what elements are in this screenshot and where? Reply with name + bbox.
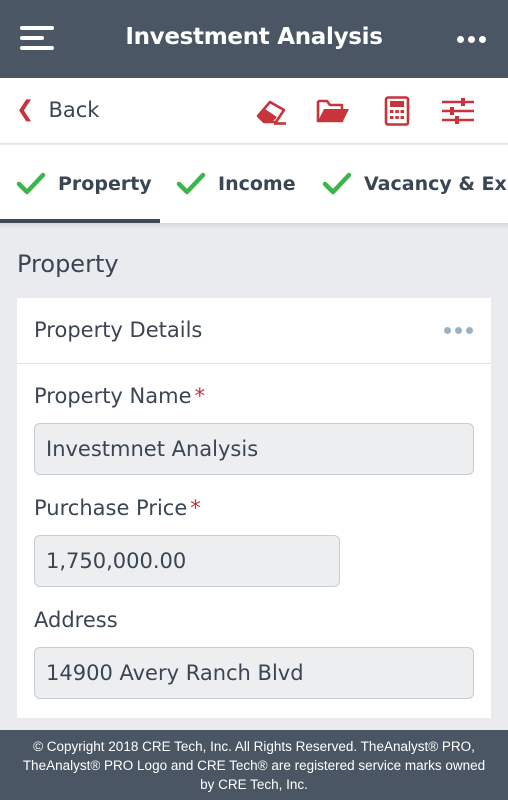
card-more-options-icon[interactable] <box>444 327 473 334</box>
field-label-text: Property Name <box>34 384 192 408</box>
tab-label: Vacancy & Expe <box>364 173 508 195</box>
purchase-price-input[interactable] <box>34 535 340 587</box>
card-header: Property Details <box>17 298 491 364</box>
required-marker: * <box>194 384 206 408</box>
card-title: Property Details <box>34 318 203 342</box>
copyright-footer: © Copyright 2018 CRE Tech, Inc. All Righ… <box>0 730 508 800</box>
tab-property[interactable]: Property <box>16 145 152 223</box>
field-label-text: Address <box>34 608 118 632</box>
address-label: Address <box>34 608 118 632</box>
footer-line: TheAnalyst® PRO Logo and CRE Tech® are r… <box>22 758 486 773</box>
app-header: Investment Analysis <box>0 0 508 78</box>
chevron-left-icon: ❮ <box>16 97 35 122</box>
footer-line: © Copyright 2018 CRE Tech, Inc. All Righ… <box>33 739 475 754</box>
sliders-icon[interactable] <box>441 96 475 126</box>
tab-income[interactable]: Income <box>176 145 296 223</box>
property-name-label: Property Name * <box>34 384 205 408</box>
tabs-shadow <box>0 223 508 229</box>
address-input[interactable] <box>34 647 474 699</box>
page-title: Investment Analysis <box>125 24 383 50</box>
tab-label: Property <box>58 173 152 195</box>
back-button-label: Back <box>48 98 100 122</box>
property-details-card: Property Details Property Name* Purchase… <box>17 298 491 718</box>
eraser-icon[interactable] <box>254 96 288 126</box>
more-options-icon[interactable] <box>457 36 486 43</box>
tab-label: Income <box>218 173 296 195</box>
calculator-icon[interactable] <box>380 96 414 126</box>
section-heading: Property <box>17 250 119 278</box>
required-marker: * <box>190 496 201 520</box>
tab-vacancy-expenses[interactable]: Vacancy & Expe <box>322 145 508 223</box>
step-tabs: Property Income Vacancy & Expe <box>0 145 508 223</box>
property-name-input[interactable] <box>34 423 474 475</box>
purchase-price-label: Purchase Price * <box>34 496 201 520</box>
field-label-text: Purchase Price <box>34 496 188 520</box>
footer-line: by CRE Tech, Inc. <box>200 777 308 792</box>
folder-open-icon[interactable] <box>316 96 350 126</box>
checkmark-icon <box>16 172 46 195</box>
back-button[interactable]: ❮ Back <box>16 98 99 122</box>
toolbar: ❮ Back <box>0 78 508 144</box>
checkmark-icon <box>176 172 206 195</box>
checkmark-icon <box>322 172 352 195</box>
